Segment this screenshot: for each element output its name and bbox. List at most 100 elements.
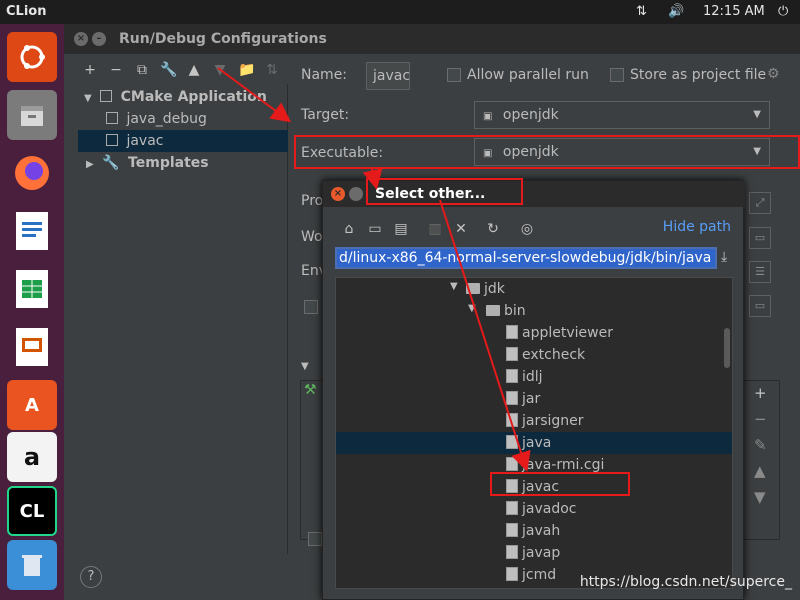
option-checkbox[interactable] xyxy=(304,300,318,314)
show-page-checkbox[interactable] xyxy=(308,532,322,546)
hide-path-link[interactable]: Hide path xyxy=(663,219,731,235)
chevron-down-icon[interactable]: ▼ xyxy=(753,102,761,128)
file-item[interactable]: javadoc xyxy=(506,498,576,520)
executable-file-icon xyxy=(506,567,518,581)
folder-label: bin xyxy=(504,303,526,319)
path-input[interactable]: d/linux-x86_64-normal-server-slowdebug/j… xyxy=(335,247,717,269)
target-select[interactable]: ▣ openjdk ▼ xyxy=(474,101,770,129)
move-up-icon[interactable]: ▲ xyxy=(754,462,766,480)
trash-icon[interactable] xyxy=(7,540,57,590)
tree-group-cmake[interactable]: ▼ CMake Application xyxy=(78,86,288,108)
sort-icon[interactable]: ⇅ xyxy=(264,62,280,78)
folder-icon[interactable]: ▭ xyxy=(749,295,771,317)
executable-file-icon xyxy=(506,545,518,559)
project-folder-icon[interactable]: ▤ xyxy=(393,221,409,237)
writer-icon[interactable] xyxy=(7,206,57,256)
calc-icon[interactable] xyxy=(7,264,57,314)
download-icon[interactable]: ⤓ xyxy=(721,249,727,265)
file-label: idlj xyxy=(522,369,543,385)
show-hidden-icon[interactable]: ◎ xyxy=(519,221,535,237)
tree-item-label: java_debug xyxy=(126,111,207,127)
file-label: jar xyxy=(522,391,541,407)
copy-icon[interactable]: ⧉ xyxy=(134,62,150,78)
minimize-icon[interactable]: – xyxy=(92,32,106,46)
file-label: javac xyxy=(522,479,560,495)
close-icon[interactable]: × xyxy=(331,187,345,201)
add-icon[interactable]: + xyxy=(82,62,98,78)
executable-file-icon xyxy=(506,435,518,449)
help-button[interactable]: ? xyxy=(80,566,102,588)
wrench-icon: 🔧 xyxy=(102,155,120,171)
expand-icon[interactable]: ⤢ xyxy=(749,192,771,214)
clion-icon[interactable]: CL xyxy=(7,486,57,536)
file-item[interactable]: extcheck xyxy=(506,344,585,366)
config-icon xyxy=(106,112,118,124)
executable-file-icon xyxy=(506,347,518,361)
file-item[interactable]: java-rmi.cgi xyxy=(506,454,604,476)
new-folder-icon[interactable]: ▥ xyxy=(427,221,443,237)
minimize-icon[interactable] xyxy=(349,187,363,201)
file-chooser-title-bar: × Select other... xyxy=(323,181,745,207)
network-icon[interactable]: ⇅ xyxy=(636,4,647,19)
file-item-selected[interactable]: java xyxy=(506,432,551,454)
remove-icon[interactable]: − xyxy=(108,62,124,78)
allow-parallel-checkbox[interactable] xyxy=(447,68,461,82)
close-icon[interactable]: × xyxy=(74,32,88,46)
executable-file-icon xyxy=(506,413,518,427)
gear-icon[interactable]: ⚙ xyxy=(767,66,780,82)
delete-icon[interactable]: ✕ xyxy=(453,221,469,237)
file-item[interactable]: appletviewer xyxy=(506,322,613,344)
tree-item-label: javac xyxy=(126,133,164,149)
add-icon[interactable]: + xyxy=(754,384,767,402)
file-item[interactable]: jcmd xyxy=(506,564,556,586)
remove-icon[interactable]: − xyxy=(754,410,767,428)
file-item[interactable]: idlj xyxy=(506,366,543,388)
program-args-label-partial: Pro xyxy=(301,193,324,209)
chevron-down-icon[interactable]: ▼ xyxy=(84,93,92,104)
power-icon[interactable]: ⏻ xyxy=(778,4,788,19)
file-item[interactable]: jarsigner xyxy=(506,410,584,432)
dialog-title: Run/Debug Configurations xyxy=(119,31,327,47)
executable-select[interactable]: ▣ openjdk ▼ xyxy=(474,138,770,166)
edit-icon[interactable]: ✎ xyxy=(754,436,767,454)
edit-env-icon[interactable]: ☰ xyxy=(749,261,771,283)
wrench-icon[interactable]: 🔧 xyxy=(160,62,177,78)
file-item-highlighted[interactable]: javac xyxy=(506,476,559,498)
chevron-down-icon[interactable]: ▼ xyxy=(468,303,476,314)
file-item[interactable]: jar xyxy=(506,388,540,410)
name-input[interactable]: javac xyxy=(366,62,410,90)
scrollbar[interactable] xyxy=(724,328,730,368)
chevron-right-icon[interactable]: ▶ xyxy=(86,159,94,170)
store-as-file-checkbox[interactable] xyxy=(610,68,624,82)
tree-group-templates[interactable]: ▶ 🔧 Templates xyxy=(78,152,288,174)
tree-group-label: CMake Application xyxy=(120,89,267,105)
home-icon[interactable]: ⌂ xyxy=(341,221,357,237)
impress-icon[interactable] xyxy=(7,322,57,372)
volume-icon[interactable]: 🔊 xyxy=(668,4,684,19)
folder-bin[interactable]: bin xyxy=(486,300,526,322)
clock[interactable]: 12:15 AM xyxy=(703,4,765,19)
refresh-icon[interactable]: ↻ xyxy=(485,221,501,237)
executable-file-icon xyxy=(506,391,518,405)
amazon-icon[interactable]: a xyxy=(7,432,57,482)
move-up-icon[interactable]: ▲ xyxy=(186,62,202,78)
move-down-icon[interactable]: ▼ xyxy=(754,488,766,506)
file-item[interactable]: javah xyxy=(506,520,560,542)
desktop-icon[interactable]: ▭ xyxy=(367,221,383,237)
firefox-icon[interactable] xyxy=(7,148,57,198)
folder-icon[interactable]: 📁 xyxy=(238,62,255,78)
chevron-down-icon[interactable]: ▼ xyxy=(301,361,309,372)
folder-icon[interactable]: ▭ xyxy=(749,227,771,249)
files-icon[interactable] xyxy=(7,90,57,140)
move-down-icon[interactable]: ▼ xyxy=(212,62,228,78)
tree-item-javac[interactable]: javac xyxy=(78,130,288,152)
target-label: Target: xyxy=(301,107,350,123)
file-item[interactable]: javap xyxy=(506,542,560,564)
tree-item-java-debug[interactable]: java_debug xyxy=(78,108,288,130)
chevron-down-icon[interactable]: ▼ xyxy=(450,281,458,292)
chevron-down-icon[interactable]: ▼ xyxy=(753,139,761,165)
software-icon[interactable]: A xyxy=(7,380,57,430)
config-icon xyxy=(106,134,118,146)
ubuntu-icon[interactable] xyxy=(7,32,57,82)
folder-jdk[interactable]: jdk xyxy=(466,278,505,300)
